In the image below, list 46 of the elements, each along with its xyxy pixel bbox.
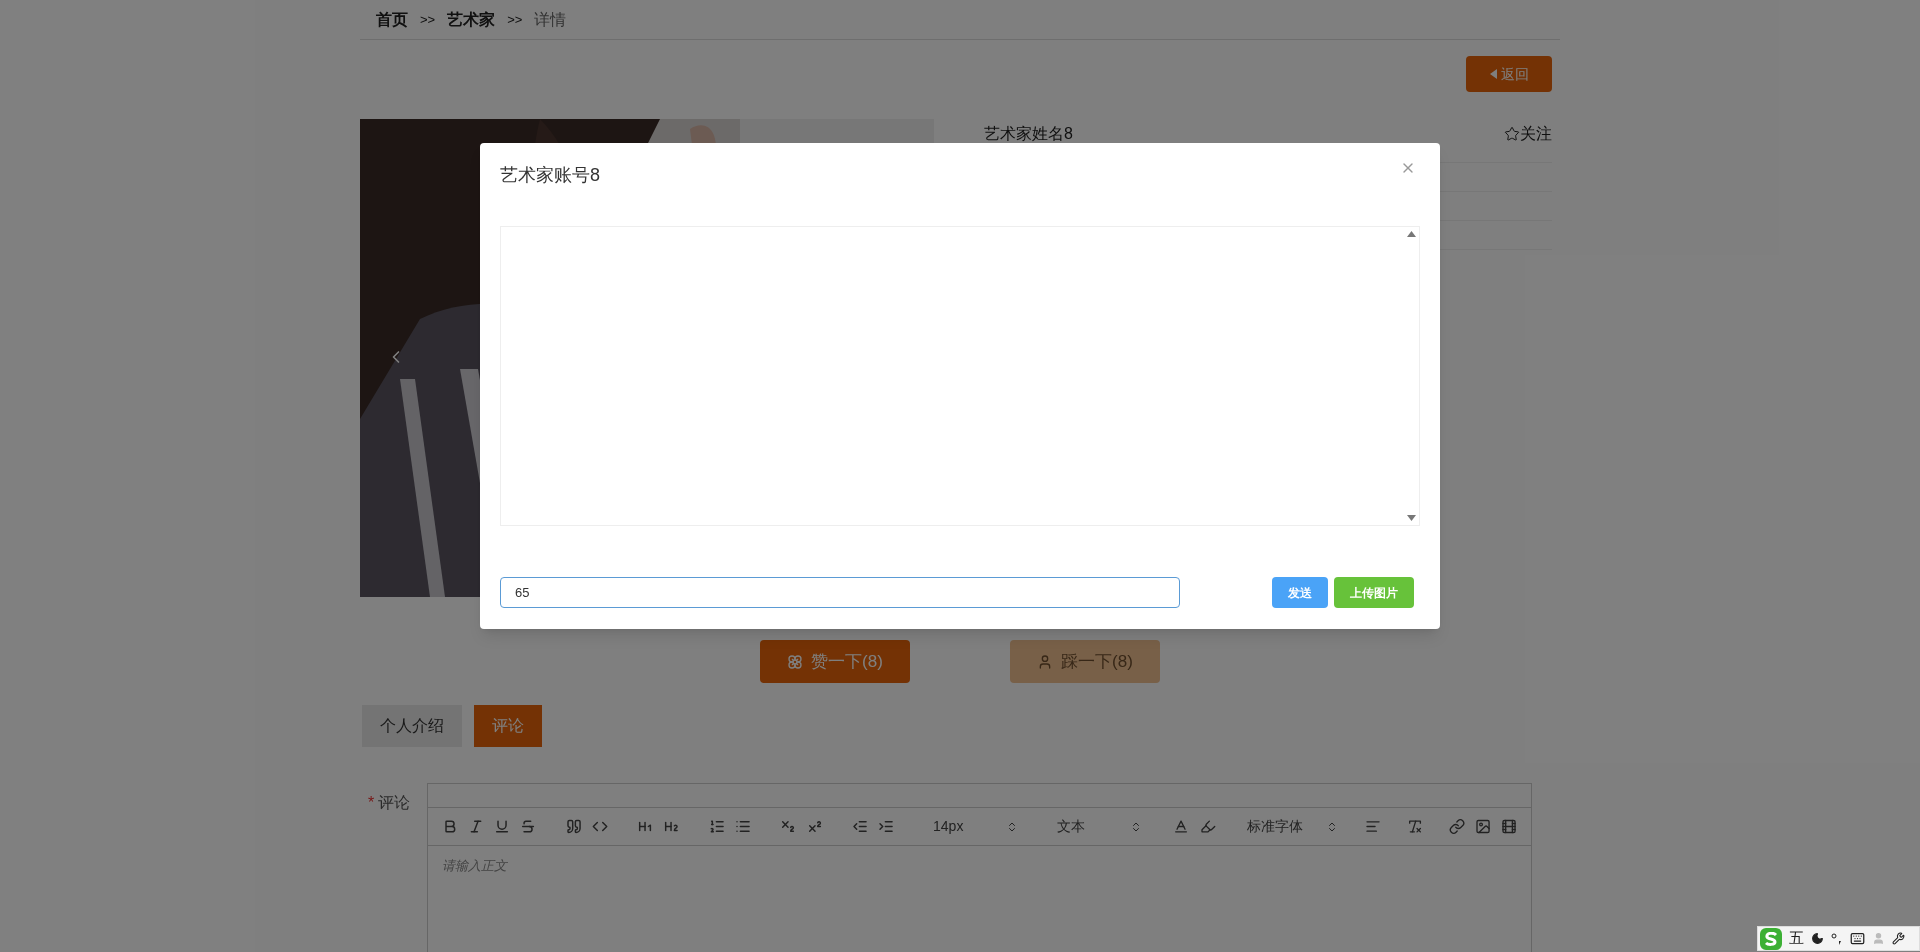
video-icon[interactable] (1500, 818, 1517, 835)
highlight-icon[interactable] (1199, 818, 1216, 835)
send-button[interactable]: 发送 (1272, 577, 1328, 608)
caret-icon (1489, 69, 1497, 79)
indent-icon[interactable] (878, 818, 895, 835)
link-icon[interactable] (1448, 818, 1465, 835)
moon-icon[interactable] (1811, 932, 1824, 945)
breadcrumb-link[interactable]: 艺术家 (447, 7, 496, 32)
image-icon[interactable] (1474, 818, 1491, 835)
ordered-list-icon[interactable] (708, 818, 725, 835)
subscript-icon[interactable] (780, 818, 797, 835)
like-button[interactable]: 赞一下(8) (760, 640, 910, 683)
tab[interactable]: 个人介绍 (362, 705, 462, 747)
tab[interactable]: 评论 (474, 705, 542, 747)
clear-format-icon[interactable] (1406, 818, 1424, 835)
back-button[interactable]: 返回 (1466, 56, 1552, 92)
scroll-up-icon[interactable] (1406, 231, 1416, 237)
wrench-icon[interactable] (1892, 932, 1905, 945)
message-input[interactable]: 65 (500, 577, 1180, 608)
required-mark: * (368, 793, 375, 813)
dialog-title: 艺术家账号8 (500, 163, 600, 187)
align-icon[interactable] (1365, 818, 1382, 835)
strikethrough-icon[interactable] (520, 818, 537, 835)
breadcrumb-current: 详情 (534, 9, 567, 30)
follow-button[interactable]: 关注 (1504, 122, 1552, 146)
star-icon (1504, 126, 1520, 142)
punctuation-icon[interactable] (1831, 932, 1843, 945)
breadcrumb-separator: >> (420, 10, 436, 29)
outdent-icon[interactable] (852, 818, 869, 835)
breadcrumb-link[interactable]: 首页 (376, 7, 408, 32)
font-color-icon[interactable] (1173, 818, 1190, 835)
upload-image-button[interactable]: 上传图片 (1334, 577, 1414, 608)
superscript-icon[interactable] (806, 818, 823, 835)
artist-name: 艺术家姓名8 (984, 124, 1073, 144)
underline-icon[interactable] (494, 818, 511, 835)
font-family-select[interactable]: 标准字体 (1246, 816, 1338, 837)
flower-icon (787, 653, 804, 670)
breadcrumb-separator: >> (507, 10, 523, 29)
block-type-select[interactable]: 文本 (1057, 816, 1143, 837)
quote-icon[interactable] (565, 818, 582, 835)
keyboard-icon[interactable] (1850, 931, 1865, 946)
field-label: 评论 (378, 793, 411, 813)
bullet-list-icon[interactable] (734, 818, 751, 835)
scroll-down-icon[interactable] (1406, 515, 1416, 521)
font-size-select[interactable]: 14px (933, 816, 1019, 837)
ime-mode[interactable]: 五 (1789, 927, 1804, 950)
